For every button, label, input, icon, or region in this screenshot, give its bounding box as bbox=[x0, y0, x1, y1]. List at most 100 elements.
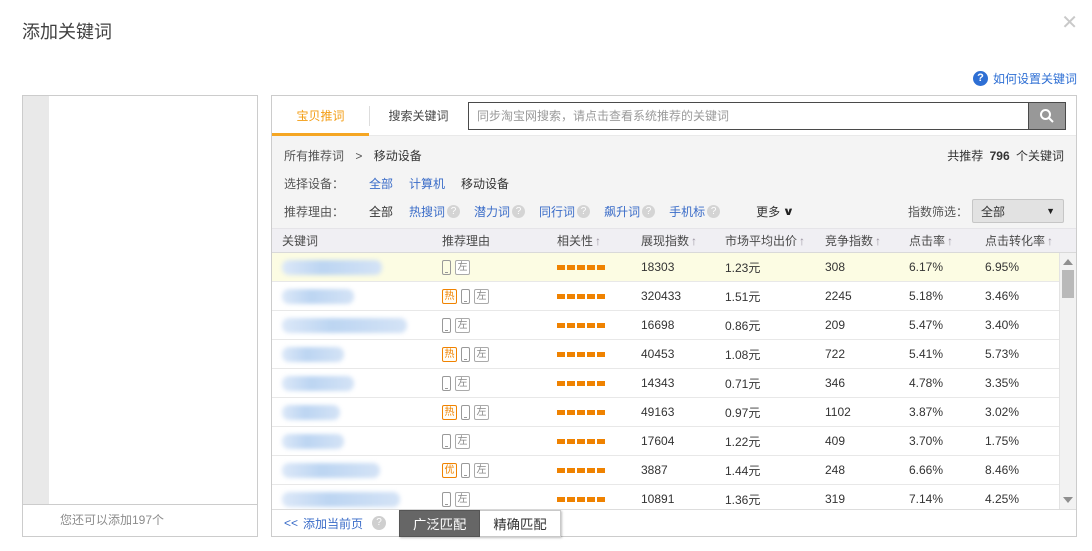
impressions-cell: 49163 bbox=[631, 405, 715, 419]
relevance-cell bbox=[547, 294, 631, 299]
close-icon[interactable]: ✕ bbox=[1061, 10, 1078, 35]
competition-cell: 308 bbox=[815, 260, 899, 274]
match-help-icon[interactable]: ? bbox=[372, 516, 386, 530]
table-row[interactable]: 左 16698 0.86元 209 5.47% 3.40% bbox=[272, 311, 1076, 340]
blurred-keyword bbox=[282, 376, 354, 391]
tab-item-recommend[interactable]: 宝贝推词 bbox=[272, 96, 369, 136]
cvr-cell: 6.95% bbox=[975, 260, 1059, 274]
reason-option-mobile-tag[interactable]: 手机标 bbox=[669, 203, 705, 220]
device-option-computer[interactable]: 计算机 bbox=[409, 175, 445, 192]
table-row[interactable]: 左 17604 1.22元 409 3.70% 1.75% bbox=[272, 427, 1076, 456]
selected-keywords-gutter bbox=[23, 96, 49, 504]
total-suffix: 个关键词 bbox=[1016, 149, 1064, 163]
reason-option-peer[interactable]: 同行词 bbox=[539, 203, 575, 220]
reason-option-potential[interactable]: 潜力词 bbox=[474, 203, 510, 220]
reason-option-rising[interactable]: 飙升词 bbox=[604, 203, 640, 220]
cvr-cell: 3.35% bbox=[975, 376, 1059, 390]
scroll-up-icon[interactable] bbox=[1063, 259, 1073, 265]
table-row[interactable]: 热 左 40453 1.08元 722 5.41% 5.73% bbox=[272, 340, 1076, 369]
blurred-keyword bbox=[282, 492, 400, 507]
table-row[interactable]: 优 左 3887 1.44元 248 6.66% 8.46% bbox=[272, 456, 1076, 485]
avg-bid-cell: 1.44元 bbox=[715, 462, 815, 479]
tab-item-search-keywords[interactable]: 搜索关键词 bbox=[370, 96, 467, 136]
rising-help-icon[interactable]: ? bbox=[642, 205, 655, 218]
device-option-all[interactable]: 全部 bbox=[369, 175, 393, 192]
how-to-set-keywords-link[interactable]: ? 如何设置关键词 bbox=[973, 70, 1077, 87]
reason-cell: 左 bbox=[432, 376, 547, 391]
more-filters-link[interactable]: 更多 ∨ bbox=[756, 203, 793, 220]
reason-cell: 热 左 bbox=[432, 289, 547, 304]
reason-cell: 左 bbox=[432, 260, 547, 275]
peer-help-icon[interactable]: ? bbox=[577, 205, 590, 218]
broad-match-button[interactable]: 广泛匹配 bbox=[399, 510, 480, 537]
relevance-cell bbox=[547, 352, 631, 357]
competition-cell: 1102 bbox=[815, 405, 899, 419]
reason-option-all[interactable]: 全部 bbox=[369, 203, 393, 220]
blurred-keyword bbox=[282, 434, 344, 449]
table-row[interactable]: 左 14343 0.71元 346 4.78% 3.35% bbox=[272, 369, 1076, 398]
table-scrollbar[interactable] bbox=[1059, 253, 1076, 509]
scrollbar-thumb[interactable] bbox=[1062, 270, 1074, 298]
reason-cell: 热 左 bbox=[432, 405, 547, 420]
ctr-cell: 6.17% bbox=[899, 260, 975, 274]
column-header-avg-bid[interactable]: 市场平均出价↑ bbox=[715, 232, 815, 249]
keyword-search-input[interactable] bbox=[468, 102, 1028, 130]
column-header-relevance[interactable]: 相关性↑ bbox=[547, 232, 631, 249]
mobile-badge-icon bbox=[442, 318, 451, 333]
table-row[interactable]: 热 左 320433 1.51元 2245 5.18% 3.46% bbox=[272, 282, 1076, 311]
relevance-bars bbox=[557, 497, 631, 502]
exact-match-button[interactable]: 精确匹配 bbox=[480, 510, 560, 537]
relevance-bars bbox=[557, 265, 631, 270]
total-prefix: 共推荐 bbox=[947, 149, 983, 163]
column-header-reason: 推荐理由 bbox=[432, 232, 547, 249]
relevance-bars bbox=[557, 323, 631, 328]
relevance-bars bbox=[557, 468, 631, 473]
search-button[interactable] bbox=[1028, 102, 1066, 130]
match-type-group: 广泛匹配 精确匹配 bbox=[399, 510, 561, 537]
potential-help-icon[interactable]: ? bbox=[512, 205, 525, 218]
selected-keywords-panel: 您还可以添加197个 bbox=[22, 95, 258, 537]
index-filter-dropdown[interactable]: 全部 ▼ bbox=[972, 199, 1064, 223]
index-filter-label: 指数筛选： bbox=[908, 203, 968, 220]
avg-bid-cell: 1.08元 bbox=[715, 346, 815, 363]
impressions-cell: 18303 bbox=[631, 260, 715, 274]
reason-cell: 左 bbox=[432, 492, 547, 507]
competition-cell: 248 bbox=[815, 463, 899, 477]
add-current-page-link[interactable]: << 添加当前页 bbox=[284, 515, 363, 532]
tab-search-label: 搜索关键词 bbox=[388, 109, 448, 123]
column-header-ctr[interactable]: 点击率↑ bbox=[899, 232, 975, 249]
blurred-keyword bbox=[282, 260, 382, 275]
table-row[interactable]: 左 10891 1.36元 319 7.14% 4.25% bbox=[272, 485, 1076, 509]
relevance-cell bbox=[547, 265, 631, 270]
mobile-tag-help-icon[interactable]: ? bbox=[707, 205, 720, 218]
device-option-mobile[interactable]: 移动设备 bbox=[461, 175, 509, 192]
impressions-cell: 40453 bbox=[631, 347, 715, 361]
keyword-cell bbox=[272, 289, 432, 304]
hot-search-help-icon[interactable]: ? bbox=[447, 205, 460, 218]
column-header-competition[interactable]: 竞争指数↑ bbox=[815, 232, 899, 249]
cvr-cell: 3.40% bbox=[975, 318, 1059, 332]
scroll-down-icon[interactable] bbox=[1063, 497, 1073, 503]
table-row[interactable]: 热 左 49163 0.97元 1102 3.87% 3.02% bbox=[272, 398, 1076, 427]
relevance-bars bbox=[557, 410, 631, 415]
mobile-badge-icon bbox=[442, 376, 451, 391]
hot-badge: 热 bbox=[442, 347, 457, 362]
competition-cell: 346 bbox=[815, 376, 899, 390]
keyword-cell bbox=[272, 260, 432, 275]
chevron-down-icon: ∨ bbox=[783, 205, 795, 218]
competition-cell: 409 bbox=[815, 434, 899, 448]
mobile-badge-icon bbox=[461, 405, 470, 420]
blurred-keyword bbox=[282, 289, 354, 304]
relevance-bars bbox=[557, 381, 631, 386]
relevance-cell bbox=[547, 468, 631, 473]
column-header-cvr[interactable]: 点击转化率↑ bbox=[975, 232, 1059, 249]
blurred-keyword bbox=[282, 463, 380, 478]
avg-bid-cell: 1.36元 bbox=[715, 491, 815, 508]
reason-option-hot-search[interactable]: 热搜词 bbox=[409, 203, 445, 220]
breadcrumb-root[interactable]: 所有推荐词 bbox=[284, 149, 344, 163]
column-header-impressions[interactable]: 展现指数↑ bbox=[631, 232, 715, 249]
premium-badge: 优 bbox=[442, 463, 457, 478]
search-icon bbox=[1039, 108, 1055, 124]
table-row[interactable]: 左 18303 1.23元 308 6.17% 6.95% bbox=[272, 253, 1076, 282]
more-label: 更多 bbox=[756, 203, 780, 220]
